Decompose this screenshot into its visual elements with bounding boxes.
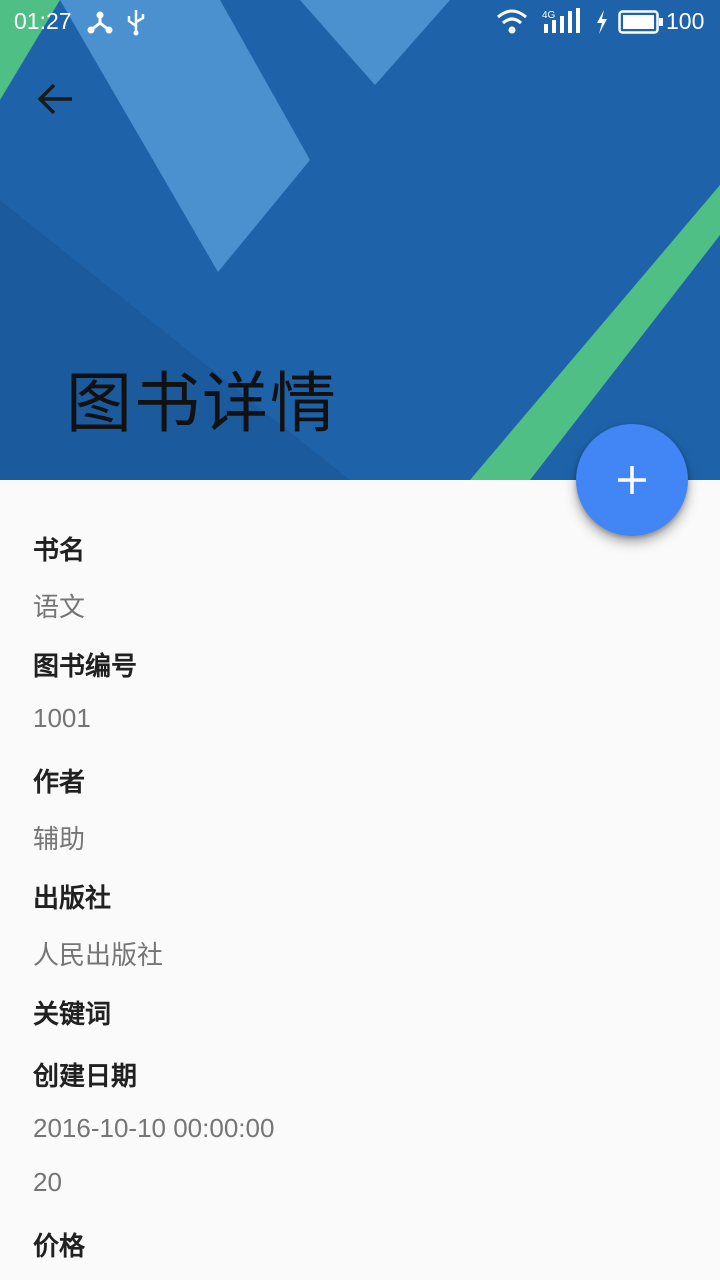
battery-level: 100 bbox=[666, 8, 705, 34]
extra-value: 20 bbox=[33, 1167, 62, 1197]
created-date-label: 创建日期 bbox=[33, 1062, 138, 1092]
svg-text:4G: 4G bbox=[542, 10, 556, 21]
usb-icon bbox=[127, 10, 145, 36]
publisher-label: 出版社 bbox=[33, 884, 112, 914]
share-hub-icon bbox=[87, 11, 113, 34]
keywords-label: 关键词 bbox=[33, 1000, 112, 1030]
created-date-value: 2016-10-10 00:00:00 bbox=[33, 1113, 275, 1143]
arrow-back-icon bbox=[37, 83, 72, 115]
charging-icon bbox=[597, 10, 607, 34]
back-button[interactable] bbox=[28, 74, 84, 124]
author-label: 作者 bbox=[33, 768, 86, 798]
book-number-label: 图书编号 bbox=[33, 652, 138, 682]
book-name-label: 书名 bbox=[33, 536, 86, 566]
status-time: 01:27 bbox=[14, 8, 72, 34]
header-banner: 01:27 4G 100 图书详情 bbox=[0, 0, 720, 480]
battery-icon bbox=[618, 10, 663, 34]
wifi-icon bbox=[497, 9, 527, 34]
book-number-value: 1001 bbox=[33, 703, 91, 733]
publisher-value: 人民出版社 bbox=[33, 940, 164, 970]
author-value: 辅助 bbox=[33, 824, 86, 854]
add-fab-button[interactable] bbox=[576, 424, 688, 536]
signal-4g-icon: 4G bbox=[542, 8, 580, 33]
price-label: 价格 bbox=[33, 1232, 86, 1262]
page-title: 图书详情 bbox=[66, 365, 338, 442]
plus-icon bbox=[618, 466, 646, 494]
book-name-value: 语文 bbox=[33, 592, 86, 622]
status-bar: 01:27 4G 100 bbox=[0, 0, 720, 46]
